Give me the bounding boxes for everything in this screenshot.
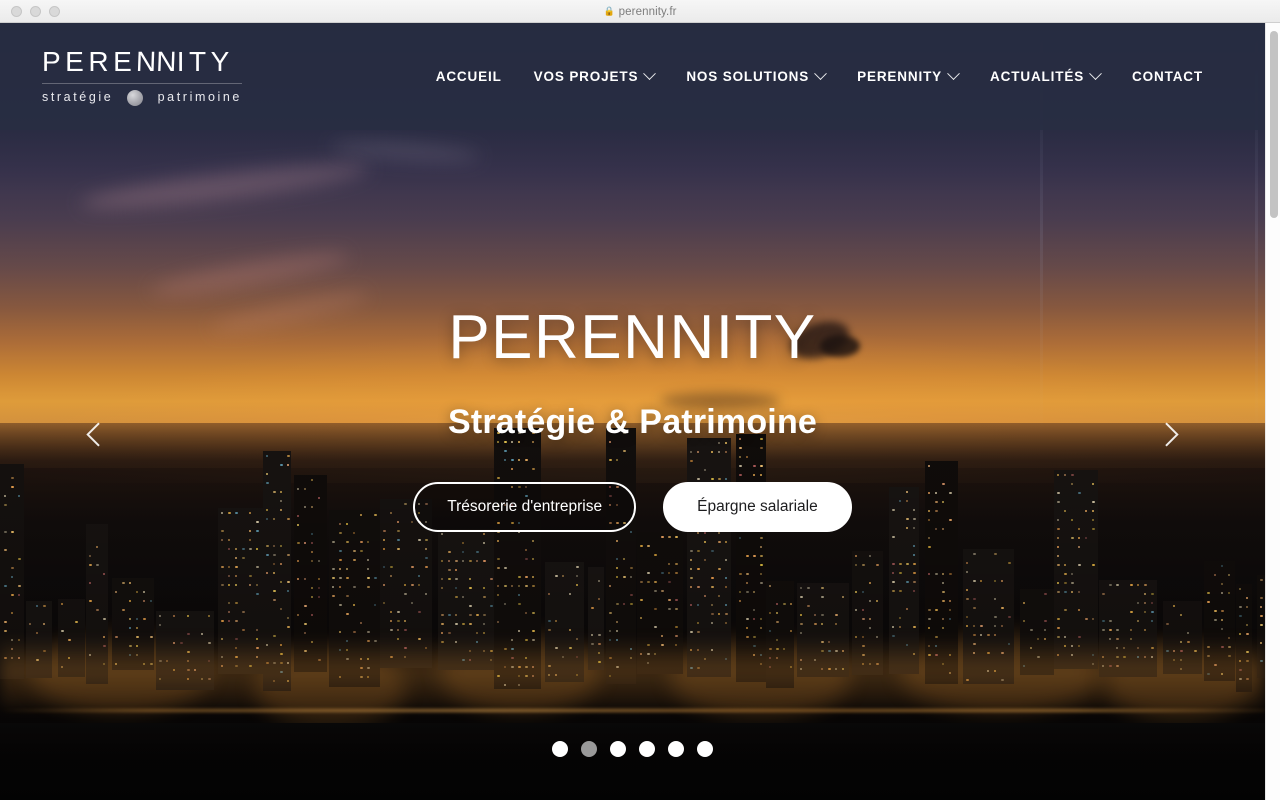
chevron-right-icon xyxy=(1154,421,1179,447)
minimize-window-button[interactable] xyxy=(30,5,41,17)
logo-tagline: stratégie patrimoine xyxy=(42,89,242,106)
logo-word-part-nn: NN xyxy=(135,45,178,77)
carousel-dot-2[interactable] xyxy=(581,741,597,757)
nav-item-accueil[interactable]: ACCUEIL xyxy=(420,61,518,92)
carousel-dot-3[interactable] xyxy=(610,741,626,757)
carousel-dot-6[interactable] xyxy=(697,741,713,757)
chevron-left-icon xyxy=(85,421,110,447)
main-navigation: ACCUEIL VOS PROJETS NOS SOLUTIONS PERENNITY… xyxy=(420,61,1219,92)
logo-word-part-a: PERE xyxy=(42,45,137,77)
browser-chrome: 🔒 perennity.fr xyxy=(0,0,1280,23)
chevron-down-icon xyxy=(947,67,960,81)
hero-cta-button-1[interactable]: Trésorerie d'entreprise xyxy=(413,482,637,532)
close-window-button[interactable] xyxy=(11,5,22,17)
window-traffic-lights xyxy=(11,5,60,17)
carousel-dot-4[interactable] xyxy=(639,741,655,757)
nav-item-label: VOS PROJETS xyxy=(533,69,639,84)
hero-overlay xyxy=(0,23,1265,800)
chevron-down-icon xyxy=(643,67,657,81)
logo-divider xyxy=(42,82,242,84)
site-logo[interactable]: PERE NN ITY stratégie patrimoine xyxy=(42,45,242,106)
hero-cta-group: Trésorerie d'entreprise Épargne salariale xyxy=(413,482,852,532)
circle-icon xyxy=(127,89,144,106)
nav-item-nos-solutions[interactable]: NOS SOLUTIONS xyxy=(670,61,841,92)
chevron-down-icon xyxy=(1089,67,1102,81)
logo-tagline-left: stratégie xyxy=(42,90,114,105)
nav-item-label: CONTACT xyxy=(1132,69,1203,84)
chevron-down-icon xyxy=(814,67,827,81)
logo-tagline-right: patrimoine xyxy=(157,90,242,105)
carousel-dot-1[interactable] xyxy=(552,741,568,757)
nav-item-label: NOS SOLUTIONS xyxy=(686,69,810,84)
nav-item-label: ACCUEIL xyxy=(435,69,502,84)
vertical-scrollbar[interactable] xyxy=(1265,23,1280,800)
zoom-window-button[interactable] xyxy=(49,5,60,17)
carousel-dot-5[interactable] xyxy=(668,741,684,757)
logo-wordmark: PERE NN ITY xyxy=(42,45,242,77)
nav-item-vos-projets[interactable]: VOS PROJETS xyxy=(518,61,671,92)
nav-item-perennity[interactable]: PERENNITY xyxy=(841,61,974,92)
carousel-pagination xyxy=(0,741,1265,757)
carousel-next-button[interactable] xyxy=(1146,411,1192,457)
url-bar[interactable]: 🔒 perennity.fr xyxy=(0,0,1280,23)
hero-cta-button-2[interactable]: Épargne salariale xyxy=(663,482,852,532)
nav-item-contact[interactable]: CONTACT xyxy=(1116,61,1219,92)
nav-item-label: PERENNITY xyxy=(857,69,943,84)
scrollbar-thumb[interactable] xyxy=(1269,31,1278,218)
url-text: perennity.fr xyxy=(618,5,677,18)
site-header: PERE NN ITY stratégie patrimoine ACCUEIL VO… xyxy=(0,23,1265,130)
logo-word-part-b: ITY xyxy=(176,45,234,77)
nav-item-label: ACTUALITÉS xyxy=(990,69,1085,84)
page-viewport: PERE NN ITY stratégie patrimoine ACCUEIL VO… xyxy=(0,23,1265,800)
carousel-prev-button[interactable] xyxy=(72,411,118,457)
lock-icon: 🔒 xyxy=(603,6,615,16)
nav-item-actualit-s[interactable]: ACTUALITÉS xyxy=(974,61,1116,92)
